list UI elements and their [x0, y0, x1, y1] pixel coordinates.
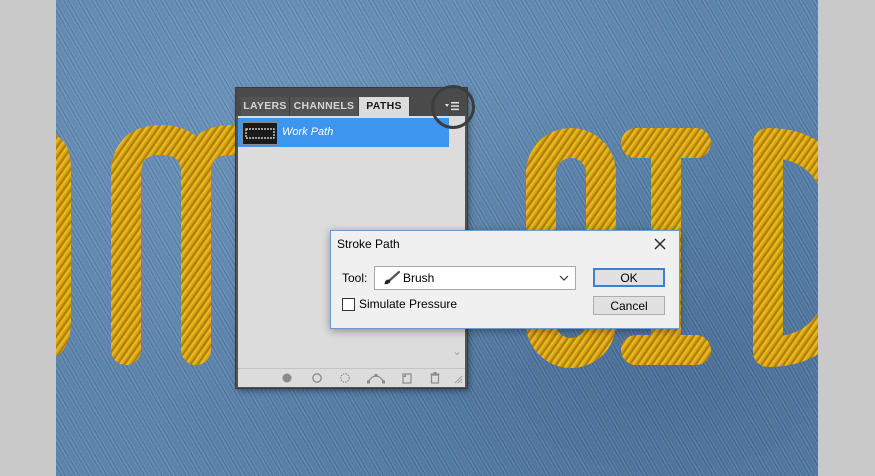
resize-grip-icon[interactable]	[454, 375, 463, 384]
path-thumbnail	[242, 122, 278, 145]
path-name: Work Path	[282, 126, 334, 138]
chevron-down-icon	[559, 275, 569, 281]
cancel-button[interactable]: Cancel	[593, 296, 665, 315]
tool-label: Tool:	[342, 271, 368, 285]
delete-path-icon[interactable]	[428, 371, 442, 385]
fill-path-icon[interactable]	[280, 371, 294, 385]
tab-layers[interactable]: LAYERS	[241, 97, 290, 116]
close-icon[interactable]	[651, 235, 669, 253]
make-work-path-icon[interactable]	[366, 371, 386, 385]
tab-channels[interactable]: CHANNELS	[290, 97, 359, 116]
path-row-work-path[interactable]: Work Path	[238, 118, 449, 147]
load-selection-icon[interactable]	[338, 371, 352, 385]
tool-select[interactable]: Brush	[374, 266, 576, 290]
stroke-path-dialog: Stroke Path Tool: Brush Simulate Pressur…	[330, 230, 680, 329]
ok-button[interactable]: OK	[593, 268, 665, 287]
letter-d	[753, 128, 818, 367]
left-margin	[0, 0, 56, 476]
brush-icon	[384, 271, 400, 285]
stroke-path-icon[interactable]	[310, 371, 324, 385]
panel-footer	[238, 368, 465, 387]
right-margin	[818, 0, 875, 476]
dialog-title: Stroke Path	[337, 237, 400, 251]
tool-value: Brush	[403, 271, 435, 285]
tab-paths[interactable]: PATHS	[359, 97, 410, 116]
scroll-down-arrow[interactable]: ⌄	[451, 346, 463, 358]
menu-highlight-circle	[431, 85, 475, 129]
simulate-pressure-checkbox[interactable]	[342, 298, 355, 311]
new-path-icon[interactable]	[400, 371, 414, 385]
simulate-pressure-label: Simulate Pressure	[359, 297, 458, 311]
